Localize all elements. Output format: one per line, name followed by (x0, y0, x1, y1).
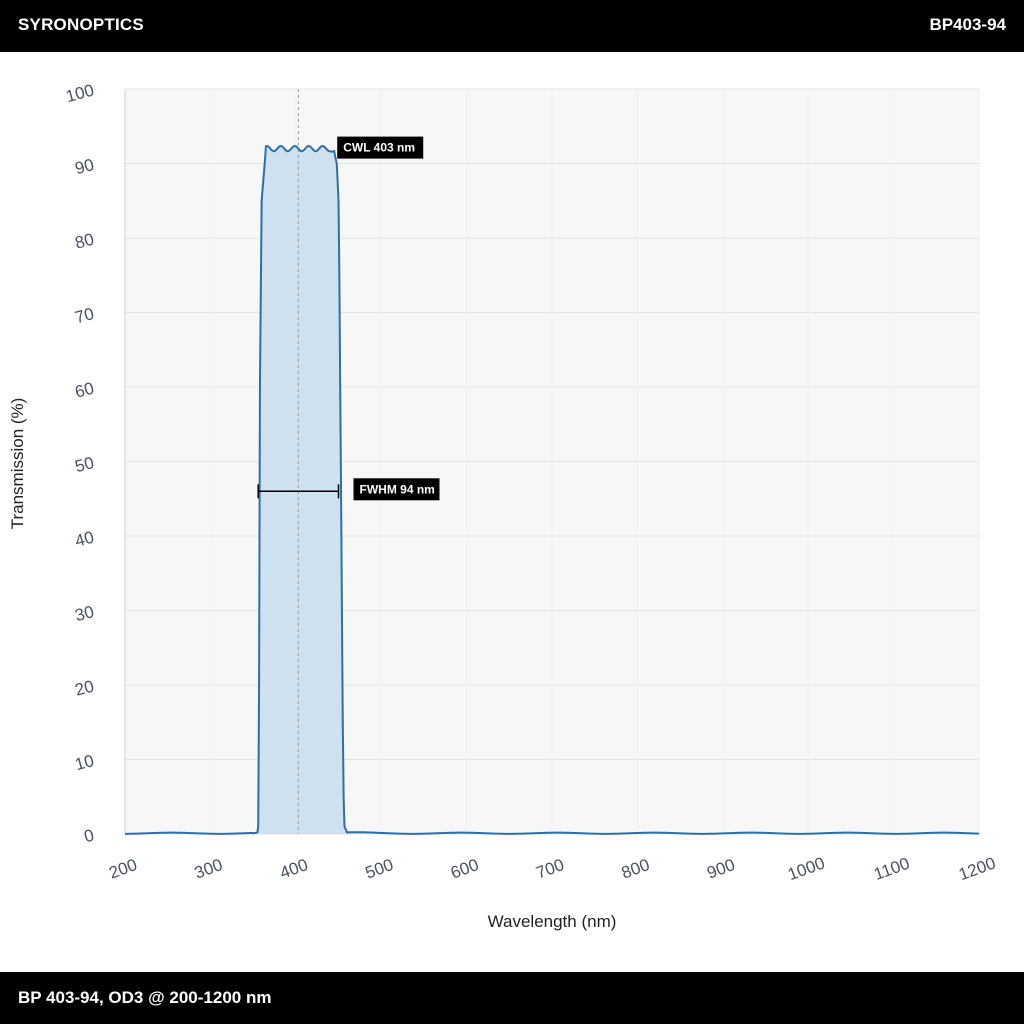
x-tick-label: 600 (448, 855, 481, 883)
model-number: BP403-94 (929, 15, 1006, 34)
y-tick-label: 40 (73, 528, 96, 551)
y-tick-label: 30 (73, 602, 96, 625)
x-tick-label: 1200 (956, 853, 998, 884)
fwhm-label: FWHM 94 nm (360, 482, 435, 496)
x-tick-label: 700 (534, 855, 567, 883)
x-axis-title: Wavelength (nm) (488, 912, 617, 931)
y-tick-label: 80 (73, 230, 96, 253)
footer-caption: BP 403-94, OD3 @ 200-1200 nm (18, 988, 272, 1007)
x-tick-label: 200 (107, 855, 140, 883)
x-tick-label: 400 (277, 855, 310, 883)
x-tick-label: 1000 (785, 853, 827, 884)
y-tick-label: 0 (82, 826, 96, 847)
transmission-chart: CWL 403 nm FWHM 94 nm 0 10 20 30 40 50 60 70 80 90 1… (8, 81, 998, 931)
brand-name: SYRONOPTICS (18, 15, 144, 34)
x-tick-label: 800 (619, 855, 652, 883)
y-tick-label: 60 (73, 379, 96, 402)
x-tick-label: 300 (192, 855, 225, 883)
header-bar: SYRONOPTICS BP403-94 (0, 0, 1024, 52)
y-axis-title: Transmission (%) (8, 398, 27, 530)
x-tick-label: 500 (363, 855, 396, 883)
y-tick-label: 70 (73, 304, 96, 327)
y-tick-label: 90 (73, 155, 96, 178)
x-tick-label: 900 (704, 855, 737, 883)
y-tick-label: 100 (64, 81, 96, 107)
y-tick-label: 20 (73, 677, 96, 700)
footer-bar: BP 403-94, OD3 @ 200-1200 nm (0, 972, 1024, 1024)
x-tick-label: 1100 (871, 854, 912, 884)
cwl-label: CWL 403 nm (343, 141, 415, 155)
y-tick-label: 50 (73, 453, 96, 476)
y-tick-label: 10 (73, 751, 96, 774)
